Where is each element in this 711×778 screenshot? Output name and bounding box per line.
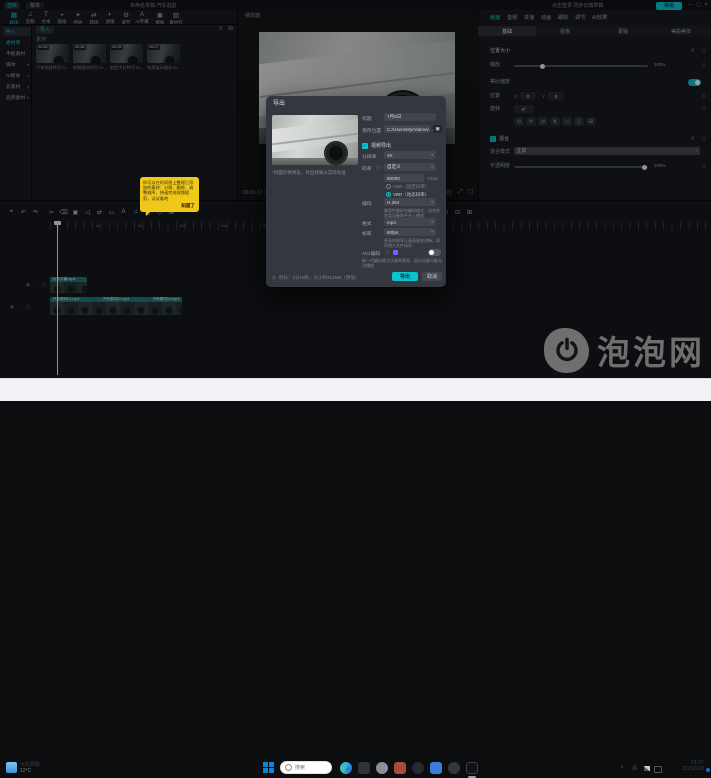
weather-alert: 大风预警	[20, 761, 40, 768]
profile-icon[interactable]	[376, 762, 388, 774]
clock-icon: ◷	[272, 275, 276, 281]
github-icon[interactable]	[412, 762, 424, 774]
info-icon: ⓘ	[376, 165, 381, 171]
power-logo-icon	[544, 328, 589, 373]
radio-on-icon	[386, 192, 391, 197]
chevron-down-icon: ▾	[431, 153, 433, 157]
wifi-icon[interactable]	[644, 766, 650, 771]
weather-icon[interactable]	[6, 762, 17, 773]
browse-folder-button[interactable]: ▣	[433, 125, 442, 133]
capcut-icon[interactable]	[466, 762, 478, 774]
settings-icon[interactable]	[430, 762, 442, 774]
clock-widget[interactable]: 13:37 2023/3/28	[672, 760, 704, 772]
paopao-watermark: 泡泡网	[544, 326, 705, 374]
chevron-down-icon: ▾	[431, 230, 433, 234]
cbr-label: CBR（固定码率）	[393, 184, 430, 190]
notification-badge[interactable]	[706, 768, 710, 772]
fps-hint: 更高的帧率让画面更加流畅，同时增大文件体积	[384, 238, 442, 248]
path-value: C:/Users/My/Videos/…	[387, 127, 433, 132]
video-export-label: 视频导出	[371, 143, 391, 149]
av1-hint: 新一代编码格式压缩率更高，部分设备可能无法播放	[362, 258, 442, 268]
av1-toggle[interactable]	[428, 249, 441, 256]
weather-temp: 12°C	[20, 768, 40, 774]
bitrate-label: 码率	[362, 165, 372, 172]
path-label: 保存位置	[362, 127, 381, 134]
kbps-unit: Kbps	[428, 176, 438, 182]
codec-select[interactable]: H.264 ▾	[384, 198, 436, 206]
info-icon: ⓘ	[385, 250, 390, 256]
video-export-checkbox[interactable]: ✓	[362, 143, 368, 149]
search-icon	[285, 764, 292, 771]
export-preview	[272, 115, 358, 165]
title-field[interactable]: 7月8日	[384, 113, 436, 121]
fps-label: 帧率	[362, 230, 372, 237]
weather-widget[interactable]: 大风预警 12°C	[20, 761, 40, 774]
tray-chevron-icon[interactable]: ∧	[620, 764, 624, 770]
tooltip-text: 你可以在时间线上整理已添加的素材：分割、删除、调整顺序，快速完成视频粗剪，试试看…	[143, 180, 196, 201]
cbr-radio[interactable]: CBR（固定码率）	[386, 184, 430, 190]
bitrate-value: 自定义	[387, 164, 401, 170]
path-field[interactable]: C:/Users/My/Videos/…	[384, 125, 430, 133]
export-cancel-label: 取消	[427, 273, 437, 280]
tray-date: 2023/3/28	[672, 766, 704, 772]
codec-label: 编码	[362, 200, 372, 207]
start-button[interactable]	[263, 762, 274, 773]
av1-label: AV1编码	[362, 250, 380, 257]
title-label: 标题	[362, 115, 372, 122]
fps-select[interactable]: 60fps ▾	[384, 228, 436, 236]
bitrate-input[interactable]: 80000	[384, 174, 424, 182]
car-wheel	[324, 141, 348, 165]
check-icon: ✓	[363, 143, 367, 149]
export-confirm-button[interactable]: 导出	[392, 272, 418, 281]
codec-hint: 兼容性最好的编码格式，适合在各类设备和平台上播放	[384, 208, 442, 218]
onboarding-tooltip: 你可以在时间线上整理已添加的素材：分割、删除、调整顺序，快速完成视频粗剪，试试看…	[140, 177, 199, 212]
kbps-value: 80000	[387, 176, 400, 181]
edge-icon[interactable]	[340, 762, 352, 774]
dialog-title: 导出	[273, 101, 285, 108]
preview-caption: *封面仅供预览，导出效果以实际为准	[272, 170, 346, 176]
camera-icon[interactable]	[448, 762, 460, 774]
resolution-label: 分辨率	[362, 153, 376, 160]
format-value: mp4	[387, 220, 396, 225]
export-meta: 时长：1分19秒，大小约312MB（预估）	[279, 275, 359, 281]
fps-value: 60fps	[387, 230, 398, 235]
title-value: 7月8日	[387, 114, 401, 120]
resolution-select[interactable]: 4K ▾	[384, 151, 436, 159]
av1-badge-icon	[393, 250, 398, 255]
chevron-down-icon: ▾	[431, 220, 433, 224]
folder-icon: ▣	[435, 126, 439, 132]
resolution-value: 4K	[387, 153, 393, 158]
format-select[interactable]: mp4 ▾	[384, 218, 436, 226]
search-placeholder: 搜索	[295, 765, 305, 771]
explorer-icon[interactable]	[358, 762, 370, 774]
ime-indicator[interactable]: 英	[632, 764, 637, 772]
vbr-radio[interactable]: VBR（动态码率）	[386, 192, 429, 198]
export-confirm-label: 导出	[400, 273, 410, 280]
vbr-label: VBR（动态码率）	[393, 192, 429, 198]
paint-icon[interactable]	[394, 762, 406, 774]
watermark-text: 泡泡网	[597, 326, 705, 374]
bitrate-select[interactable]: 自定义 ▾	[384, 163, 436, 171]
chevron-down-icon: ▾	[431, 165, 433, 169]
power-icon	[554, 337, 580, 363]
tooltip-got-it-button[interactable]: 知道了	[181, 203, 195, 209]
search-box[interactable]: 搜索	[280, 761, 332, 774]
format-label: 格式	[362, 220, 372, 227]
codec-value: H.264	[387, 200, 399, 205]
battery-icon[interactable]	[654, 766, 662, 773]
radio-off-icon	[386, 184, 391, 189]
export-cancel-button[interactable]: 取消	[422, 272, 442, 281]
chevron-down-icon: ▾	[431, 200, 433, 204]
windows-taskbar: 大风预警 12°C 搜索 ∧ 英 13:37 2023/3/28	[0, 378, 711, 401]
